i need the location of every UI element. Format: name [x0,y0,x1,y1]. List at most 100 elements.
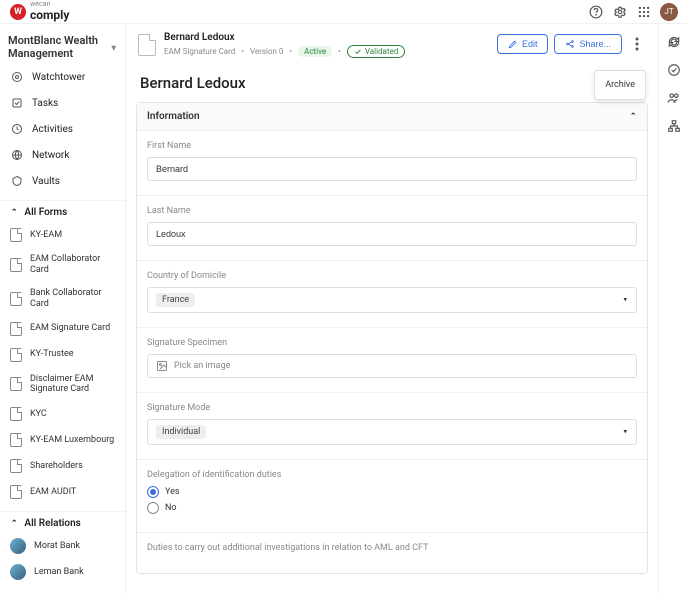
nav-label: Network [32,150,69,161]
document-icon [10,292,22,306]
dot: • [338,47,341,56]
last-name-field: Last Name [137,196,647,261]
org-switcher[interactable]: MontBlanc Wealth Management ▾ [0,30,125,64]
form-kyc[interactable]: KYC [0,401,125,427]
image-picker[interactable]: Pick an image [147,354,637,378]
logo-super: wecan [30,1,69,8]
activities-icon [10,122,24,136]
info-card: Information ⌃ First Name Last Name Count… [136,102,648,574]
relation-item[interactable]: Morat Bank [0,533,125,559]
nav-watchtower[interactable]: Watchtower [0,64,125,90]
document-icon [138,34,156,56]
org-chart-icon[interactable] [666,118,682,134]
document-icon [10,485,22,499]
nav-activities[interactable]: Activities [0,116,125,142]
radio-label: No [165,503,177,513]
users-icon[interactable] [666,90,682,106]
share-button[interactable]: Share... [554,34,622,54]
last-name-input[interactable] [147,222,637,246]
chevron-up-icon: ⌃ [11,519,18,528]
form-label: Shareholders [30,461,83,472]
country-chip: France [156,293,195,307]
country-select[interactable]: France ▾ [147,287,637,313]
form-eam-sig[interactable]: EAM Signature Card [0,316,125,342]
form-label: KY-Trustee [30,349,74,360]
chevron-up-icon: ⌃ [11,208,18,217]
right-rail [658,24,688,593]
apps-icon[interactable] [636,4,652,20]
form-shareholders[interactable]: Shareholders [0,453,125,479]
archive-menu-item[interactable]: Archive [595,75,645,95]
sync-icon[interactable] [666,34,682,50]
document-icon [10,322,22,336]
form-label: EAM Signature Card [30,323,110,334]
card-header[interactable]: Information ⌃ [137,103,647,131]
mode-select[interactable]: Individual ▾ [147,419,637,445]
sidebar: MontBlanc Wealth Management ▾ Watchtower… [0,24,126,593]
chevron-down-icon: ▾ [112,42,116,53]
form-eam-audit[interactable]: EAM AUDIT [0,479,125,505]
more-menu-button[interactable] [628,32,646,56]
chevron-down-icon: ▾ [624,428,628,436]
country-field: Country of Domicile France ▾ [137,261,647,328]
settings-icon[interactable] [612,4,628,20]
radio-label: Yes [165,487,180,497]
form-bank-collab[interactable]: Bank Collaborator Card [0,282,125,316]
check-circle-icon[interactable] [666,62,682,78]
field-label: First Name [147,141,637,151]
first-name-input[interactable] [147,157,637,181]
document-icon [10,258,22,272]
more-menu-dropdown: Archive [594,70,646,100]
content: Bernard Ledoux EAM Signature Card • Vers… [126,24,688,593]
logo[interactable]: W wecan comply [10,1,69,22]
section-all-forms[interactable]: ⌃All Forms [0,200,125,222]
radio-no[interactable]: No [147,502,637,514]
dot: • [289,47,292,56]
radio-yes[interactable]: Yes [147,486,637,498]
logo-name: comply [30,8,69,22]
relation-label: Morat Bank [34,541,80,551]
nav-vaults[interactable]: Vaults [0,168,125,194]
delegation-field: Delegation of identification duties Yes … [137,460,647,533]
card-title: Information [147,111,200,122]
main: MontBlanc Wealth Management ▾ Watchtower… [0,24,688,593]
form-label: EAM AUDIT [30,487,76,498]
nav-network[interactable]: Network [0,142,125,168]
relation-item[interactable]: Leman Bank [0,559,125,585]
status-active-badge: Active [298,46,332,57]
top-actions: JT [588,3,678,21]
form-label: EAM Collaborator Card [30,254,115,276]
relation-icon [10,538,26,554]
relation-icon [10,564,26,580]
logo-mark: W [10,4,26,20]
form-ky-eam[interactable]: KY-EAM [0,222,125,248]
nav-label: Tasks [32,98,58,109]
nav-tasks[interactable]: Tasks [0,90,125,116]
field-label: Signature Mode [147,403,637,413]
field-label: Country of Domicile [147,271,637,281]
field-label: Duties to carry out additional investiga… [147,543,637,553]
section-label: All Relations [24,518,80,529]
record-meta: EAM Signature Card • Version 0 • Active … [164,45,489,58]
user-avatar[interactable]: JT [660,3,678,21]
tasks-icon [10,96,24,110]
record-title: Bernard Ledoux [164,32,489,43]
record-type: EAM Signature Card [164,47,235,56]
help-icon[interactable] [588,4,604,20]
mode-chip: Individual [156,425,206,439]
form-label: KY-EAM Luxembourg [30,435,114,446]
watchtower-icon [10,70,24,84]
form-disclaimer[interactable]: Disclaimer EAM Signature Card [0,368,125,402]
form-ky-eam-lux[interactable]: KY-EAM Luxembourg [0,427,125,453]
form-ky-trustee[interactable]: KY-Trustee [0,342,125,368]
document-icon [10,433,22,447]
card-body: First Name Last Name Country of Domicile… [137,131,647,573]
form-eam-collab[interactable]: EAM Collaborator Card [0,248,125,282]
section-all-relations[interactable]: ⌃ All Relations [0,511,125,533]
field-label: Signature Specimen [147,338,637,348]
header-text: Bernard Ledoux EAM Signature Card • Vers… [164,32,489,58]
nav-label: Watchtower [32,72,85,83]
field-label: Last Name [147,206,637,216]
edit-button[interactable]: Edit [497,34,549,54]
form-label: Disclaimer EAM Signature Card [30,374,115,396]
